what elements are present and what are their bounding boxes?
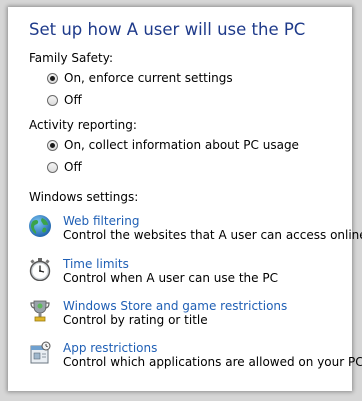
radio-checked-icon [47, 139, 58, 151]
time-limits-setting: Time limits Control when A user can use … [28, 257, 278, 286]
radio-unchecked-icon [47, 94, 58, 106]
family-safety-label: Family Safety: [29, 51, 113, 65]
activity-reporting-label: Activity reporting: [29, 118, 137, 132]
time-limits-description: Control when A user can use the PC [63, 271, 278, 285]
family-safety-panel: Set up how A user will use the PC Family… [8, 7, 362, 391]
time-limits-link[interactable]: Time limits [63, 257, 278, 271]
web-filtering-description: Control the websites that A user can acc… [63, 228, 362, 242]
radio-label: Off [64, 93, 82, 107]
radio-checked-icon [47, 72, 58, 84]
radio-label: On, collect information about PC usage [64, 138, 299, 152]
radio-label: On, enforce current settings [64, 71, 233, 85]
radio-label: Off [64, 160, 82, 174]
web-filtering-link[interactable]: Web filtering [63, 214, 362, 228]
activity-reporting-on-radio[interactable]: On, collect information about PC usage [47, 138, 299, 152]
page-title: Set up how A user will use the PC [29, 20, 306, 39]
windows-settings-label: Windows settings: [29, 190, 139, 204]
store-game-restrictions-link[interactable]: Windows Store and game restrictions [63, 299, 287, 313]
web-filtering-setting: Web filtering Control the websites that … [28, 214, 362, 243]
trophy-icon [30, 300, 50, 322]
app-restrictions-link[interactable]: App restrictions [63, 341, 362, 355]
app-restrictions-icon [30, 341, 51, 364]
family-safety-off-radio[interactable]: Off [47, 93, 82, 107]
activity-reporting-off-radio[interactable]: Off [47, 160, 82, 174]
store-game-restrictions-description: Control by rating or title [63, 313, 208, 327]
globe-icon [29, 215, 51, 237]
app-restrictions-description: Control which applications are allowed o… [63, 355, 362, 369]
family-safety-on-radio[interactable]: On, enforce current settings [47, 71, 233, 85]
radio-unchecked-icon [47, 161, 58, 173]
app-restrictions-setting: App restrictions Control which applicati… [28, 341, 362, 370]
stopwatch-icon [29, 258, 51, 281]
store-game-restrictions-setting: Windows Store and game restrictions Cont… [28, 299, 287, 328]
